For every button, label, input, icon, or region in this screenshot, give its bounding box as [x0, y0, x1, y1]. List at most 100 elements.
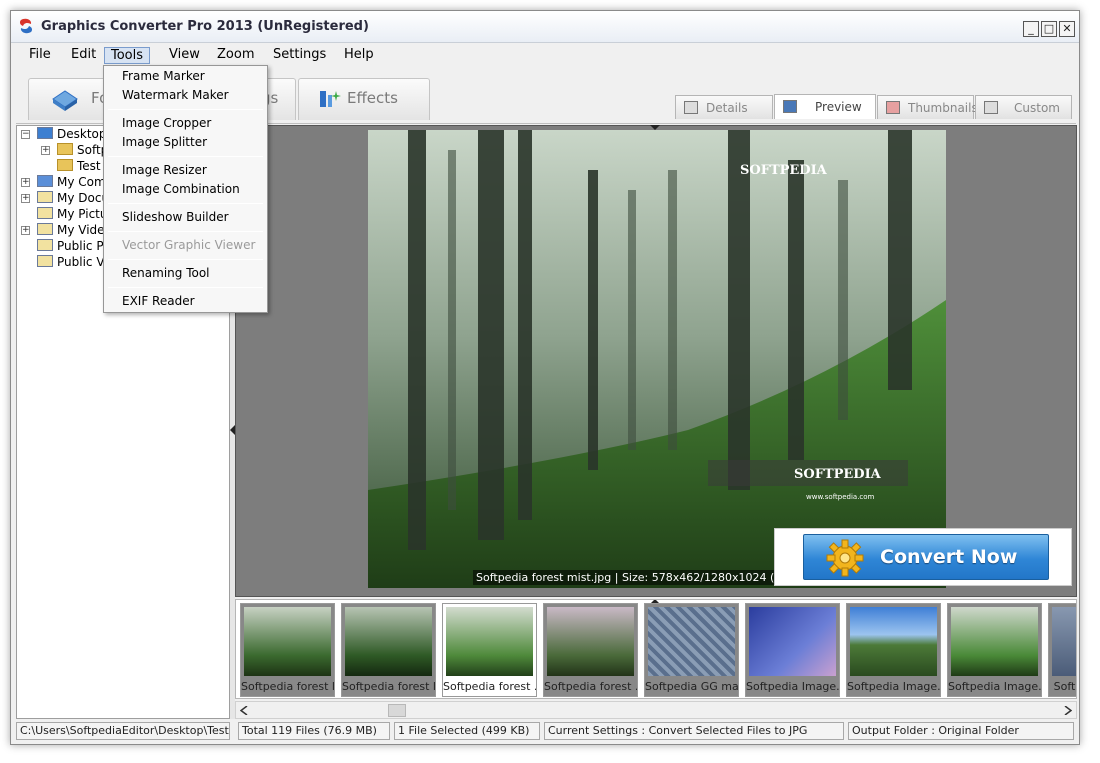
- thumbnail-item[interactable]: Softpedia forest li...: [240, 603, 335, 697]
- scroll-thumb[interactable]: [388, 704, 406, 717]
- thumbnail-item-selected[interactable]: Softpedia forest ...: [442, 603, 537, 697]
- menu-separator: [108, 287, 263, 288]
- minimize-button[interactable]: _: [1023, 21, 1039, 37]
- status-bar: C:\Users\SoftpediaEditor\Desktop\Test im…: [16, 721, 1078, 741]
- menu-item-image-combination[interactable]: Image Combination: [122, 182, 240, 197]
- tab-thumbnails[interactable]: Thumbnails: [877, 95, 978, 119]
- thumbnail-image: [850, 607, 937, 676]
- menu-item-exif-reader[interactable]: EXIF Reader: [122, 294, 195, 309]
- thumbnail-caption: Softpedia forest li...: [342, 680, 435, 693]
- menu-item-vector-graphic-viewer: Vector Graphic Viewer: [122, 238, 256, 252]
- desktop-icon: [37, 127, 53, 139]
- menu-item-image-splitter[interactable]: Image Splitter: [122, 135, 207, 150]
- thumbnail-image: [951, 607, 1038, 676]
- documents-icon: [37, 191, 53, 203]
- maximize-button[interactable]: □: [1041, 21, 1057, 37]
- thumbnail-image: [244, 607, 331, 676]
- tree-item-softp[interactable]: Softp: [57, 142, 108, 158]
- thumbnail-caption: Softpedia forest ...: [443, 680, 536, 693]
- thumbnail-image: [648, 607, 735, 676]
- thumbnail-strip[interactable]: Softpedia forest li... Softpedia forest …: [235, 599, 1077, 699]
- tab-thumbnails-label: Thumbnails: [908, 101, 978, 115]
- tree-expander-mydocuments[interactable]: +: [21, 194, 30, 203]
- scroll-right-icon[interactable]: [1064, 706, 1072, 715]
- thumbnail-item[interactable]: Softpedia GG ma...: [644, 603, 739, 697]
- tree-item-label: Desktop: [57, 127, 107, 141]
- thumbnail-item[interactable]: Softpedia forest li...: [341, 603, 436, 697]
- tree-expander-myvideos[interactable]: +: [21, 226, 30, 235]
- scroll-left-icon[interactable]: [240, 706, 248, 715]
- tab-preview-label: Preview: [815, 100, 862, 114]
- preview-image: SOFTPEDIA SOFTPEDIA www.softpedia.com: [368, 130, 946, 588]
- thumbnail-item[interactable]: Softpedia Image...: [947, 603, 1042, 697]
- menu-item-renaming-tool[interactable]: Renaming Tool: [122, 266, 210, 281]
- thumbnail-item[interactable]: Softp: [1048, 603, 1076, 697]
- gear-icon: [826, 539, 864, 577]
- tab-custom[interactable]: Custom: [975, 95, 1072, 119]
- thumbnail-image: [345, 607, 432, 676]
- thumbnail-image: [547, 607, 634, 676]
- tree-expander-mycomputer[interactable]: +: [21, 178, 30, 187]
- tab-details[interactable]: Details: [675, 95, 773, 119]
- convert-panel: Convert Now: [774, 528, 1072, 586]
- watermark-bottom: SOFTPEDIA: [794, 467, 882, 482]
- format-icon: [52, 90, 78, 111]
- pictures-icon: [37, 239, 53, 251]
- folder-icon: [57, 143, 73, 155]
- videos-icon: [37, 223, 53, 235]
- convert-now-label: Convert Now: [880, 546, 1018, 568]
- menu-tools[interactable]: Tools: [104, 47, 151, 64]
- menu-edit[interactable]: Edit: [65, 47, 102, 64]
- menu-separator: [108, 109, 263, 110]
- menu-help[interactable]: Help: [338, 47, 380, 64]
- close-button[interactable]: ✕: [1059, 21, 1075, 37]
- menu-view[interactable]: View: [163, 47, 206, 64]
- menu-item-image-cropper[interactable]: Image Cropper: [122, 116, 211, 131]
- status-settings: Current Settings : Convert Selected File…: [544, 722, 844, 740]
- tree-item-desktop[interactable]: Desktop: [37, 126, 107, 142]
- menu-separator: [108, 231, 263, 232]
- thumbnail-item[interactable]: Softpedia forest ...: [543, 603, 638, 697]
- status-path: C:\Users\SoftpediaEditor\Desktop\Test im…: [16, 722, 230, 740]
- tab-custom-label: Custom: [1014, 101, 1060, 115]
- image-info-caption: Softpedia forest mist.jpg | Size: 578x46…: [473, 570, 825, 585]
- thumbnail-caption: Softpedia Image...: [948, 680, 1041, 693]
- thumbnail-scrollbar[interactable]: [235, 701, 1077, 719]
- tools-dropdown-menu: Frame Marker Watermark Maker Image Cropp…: [103, 65, 268, 313]
- watermark-url: www.softpedia.com: [806, 493, 875, 501]
- tree-expander-softp[interactable]: +: [41, 146, 50, 155]
- menu-item-slideshow-builder[interactable]: Slideshow Builder: [122, 210, 229, 225]
- menu-item-frame-marker[interactable]: Frame Marker: [122, 69, 205, 84]
- tab-preview[interactable]: Preview: [774, 94, 876, 119]
- thumbnail-item[interactable]: Softpedia Image...: [745, 603, 840, 697]
- tab-effects[interactable]: Effects: [298, 78, 430, 120]
- tree-item-my-computer[interactable]: My Comp: [37, 174, 113, 190]
- tree-item-my-videos[interactable]: My Video: [37, 222, 112, 238]
- menu-file[interactable]: File: [23, 47, 57, 64]
- window-title: Graphics Converter Pro 2013 (UnRegistere…: [41, 19, 369, 34]
- status-output-folder: Output Folder : Original Folder: [848, 722, 1074, 740]
- menu-settings[interactable]: Settings: [267, 47, 332, 64]
- tree-item-test[interactable]: Test i: [57, 158, 108, 174]
- menu-separator: [108, 203, 263, 204]
- tab-details-label: Details: [706, 101, 748, 115]
- tree-item-my-pictures[interactable]: My Pictur: [37, 206, 112, 222]
- menu-separator: [108, 259, 263, 260]
- folder-icon: [57, 159, 73, 171]
- thumbnails-icon: [886, 101, 900, 114]
- menu-item-watermark-maker[interactable]: Watermark Maker: [122, 88, 229, 103]
- convert-now-button[interactable]: Convert Now: [803, 534, 1049, 580]
- thumbnail-caption: Softpedia GG ma...: [645, 680, 738, 693]
- videos-icon: [37, 255, 53, 267]
- tree-expander-desktop[interactable]: −: [21, 130, 30, 139]
- tab-effects-label: Effects: [347, 89, 398, 107]
- thumbnail-caption: Softpedia forest li...: [241, 680, 334, 693]
- details-icon: [684, 101, 698, 114]
- tree-item-public-pictures[interactable]: Public Pic: [37, 238, 113, 254]
- menu-zoom[interactable]: Zoom: [211, 47, 260, 64]
- menu-item-image-resizer[interactable]: Image Resizer: [122, 163, 207, 178]
- thumbnail-item[interactable]: Softpedia Image...: [846, 603, 941, 697]
- thumbnail-caption: Softpedia Image...: [746, 680, 839, 693]
- status-total-files: Total 119 Files (76.9 MB): [238, 722, 390, 740]
- thumbnail-image: [446, 607, 533, 676]
